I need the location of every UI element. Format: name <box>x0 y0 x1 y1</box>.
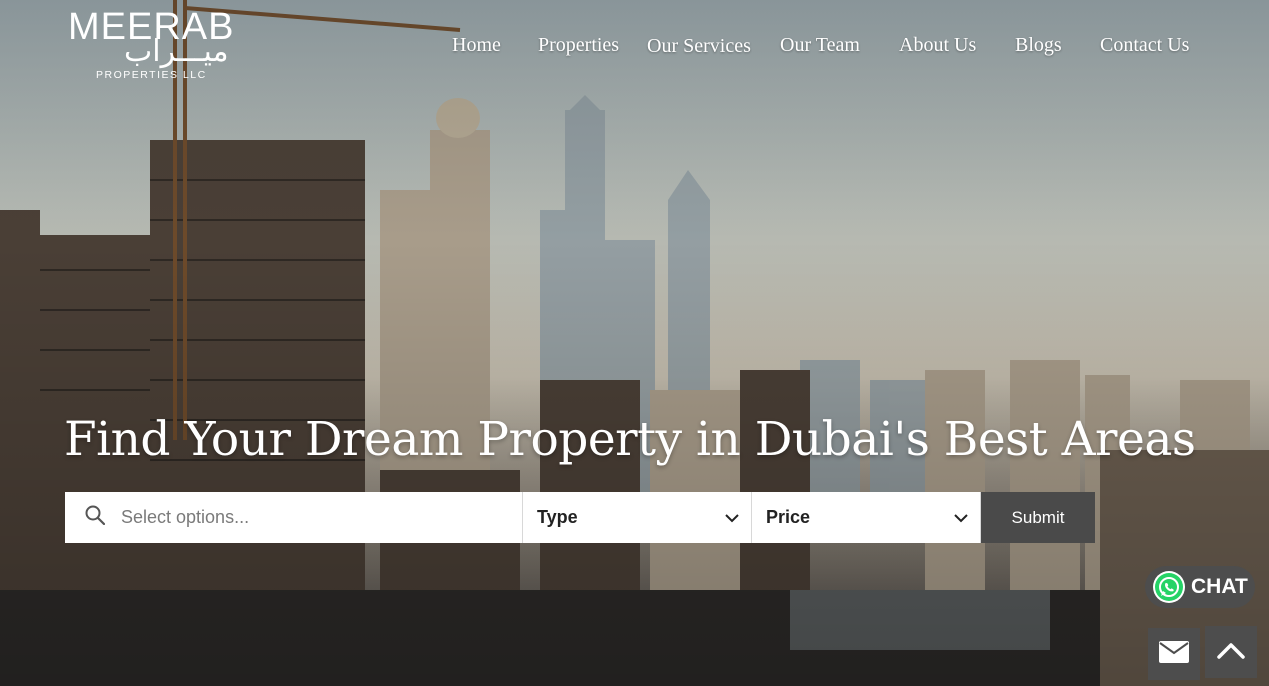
nav-home[interactable]: Home <box>452 34 501 57</box>
nav-properties[interactable]: Properties <box>538 34 619 57</box>
price-dropdown-label: Price <box>766 507 811 527</box>
hero-overlay <box>0 0 1269 686</box>
price-dropdown[interactable]: Price <box>752 492 981 543</box>
chevron-down-icon <box>954 507 968 528</box>
whatsapp-icon <box>1153 571 1185 603</box>
brand-subtitle: PROPERTIES LLC <box>96 69 207 81</box>
search-field-container[interactable] <box>65 492 523 543</box>
hero-background <box>0 0 1269 686</box>
chevron-down-icon <box>725 507 739 528</box>
chat-label: CHAT <box>1191 575 1248 598</box>
nav-our-team[interactable]: Our Team <box>780 34 860 57</box>
hero-headline: Find Your Dream Property in Dubai's Best… <box>64 412 1196 467</box>
type-dropdown-label: Type <box>537 507 578 527</box>
search-input[interactable] <box>119 506 483 529</box>
nav-contact-us[interactable]: Contact Us <box>1100 34 1189 57</box>
envelope-icon <box>1159 640 1189 668</box>
main-nav: Home Properties Our Services Our Team Ab… <box>0 34 1269 62</box>
chevron-up-icon <box>1217 641 1245 664</box>
property-search-bar: Type Price Submit <box>65 492 1096 543</box>
submit-button[interactable]: Submit <box>981 492 1095 543</box>
scroll-to-top-button[interactable] <box>1205 626 1257 678</box>
whatsapp-chat-button[interactable]: CHAT <box>1145 566 1255 608</box>
nav-blogs[interactable]: Blogs <box>1015 34 1062 57</box>
type-dropdown[interactable]: Type <box>523 492 752 543</box>
search-icon <box>85 505 106 530</box>
nav-about-us[interactable]: About Us <box>899 34 976 57</box>
nav-our-services[interactable]: Our Services <box>647 35 751 58</box>
email-button[interactable] <box>1148 628 1200 680</box>
